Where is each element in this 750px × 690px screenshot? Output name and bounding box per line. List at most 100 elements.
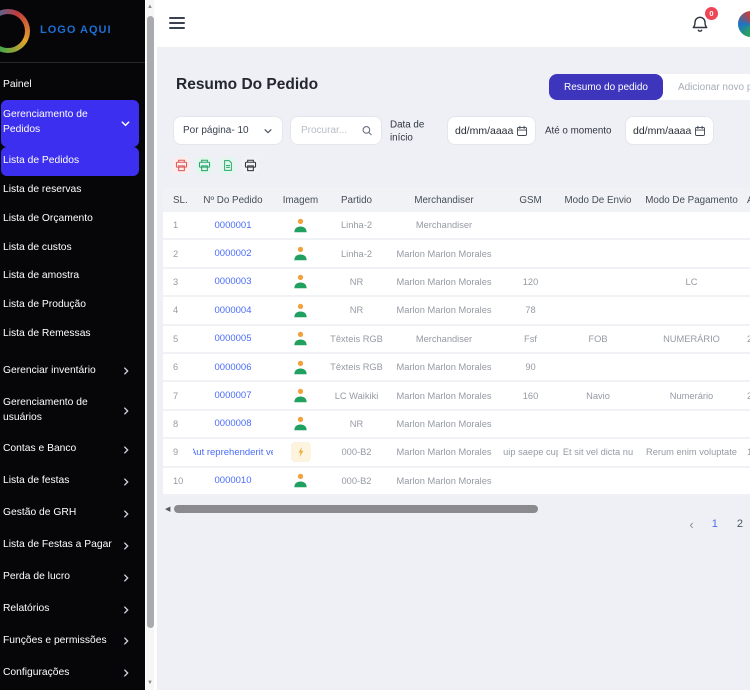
pagination-page-1[interactable]: 1 bbox=[707, 516, 723, 532]
person-avatar-icon[interactable] bbox=[291, 329, 311, 349]
tab-adicionar-novo-pedido[interactable]: Adicionar novo pedido bbox=[663, 74, 750, 100]
csv-export-button[interactable] bbox=[196, 157, 213, 174]
sidebar-item-lista-de-producao[interactable]: Lista de Produção bbox=[1, 291, 139, 320]
cell-gsm: Aliquip saepe cupida bbox=[503, 447, 558, 457]
person-avatar-icon[interactable] bbox=[291, 215, 311, 235]
chevron-down-icon bbox=[263, 126, 273, 136]
sidebar-item-lista-de-amostra[interactable]: Lista de amostra bbox=[1, 262, 139, 291]
person-avatar-icon[interactable] bbox=[291, 300, 311, 320]
sidebar-item-label: Lista de Produção bbox=[3, 298, 86, 313]
sidebar-item-funcoes-e-permissoes[interactable]: Funções e permissões bbox=[1, 626, 139, 658]
chevron-right-icon bbox=[121, 477, 131, 487]
cell-partido: 000-B2 bbox=[328, 476, 385, 486]
tab-resumo-do-pedido[interactable]: Resumo do pedido bbox=[549, 74, 663, 100]
sidebar-item-gerenciamento-de-usuarios[interactable]: Gerenciamento de usuários bbox=[1, 387, 139, 434]
excel-export-button[interactable] bbox=[219, 157, 236, 174]
order-link[interactable]: Aut reprehenderit ve bbox=[193, 447, 273, 458]
person-avatar-icon[interactable] bbox=[291, 386, 311, 406]
chevron-right-icon bbox=[121, 636, 131, 646]
search-input[interactable] bbox=[299, 124, 361, 137]
sidebar-item-label: Gerenciar inventário bbox=[3, 364, 96, 379]
sidebar-item-relatorios[interactable]: Relatórios bbox=[1, 594, 139, 626]
sidebar-item-contas-e-banco[interactable]: Contas e Banco bbox=[1, 434, 139, 466]
notifications-button[interactable]: 0 bbox=[690, 13, 712, 37]
cell-image bbox=[273, 244, 328, 264]
logo-text: LOGO AQUI bbox=[40, 24, 112, 36]
scroll-up-icon[interactable]: ▲ bbox=[146, 2, 154, 12]
horizontal-scrollbar[interactable]: ◀ bbox=[157, 504, 750, 514]
order-link[interactable]: 0000007 bbox=[215, 390, 252, 401]
sidebar-item-lista-de-custos[interactable]: Lista de custos bbox=[1, 234, 139, 263]
cell-partido: NR bbox=[328, 305, 385, 315]
cell-image bbox=[273, 414, 328, 434]
pagination-prev[interactable]: ‹ bbox=[685, 517, 697, 532]
sidebar-item-gestao-de-grh[interactable]: Gestão de GRH bbox=[1, 498, 139, 530]
order-link[interactable]: 0000005 bbox=[215, 333, 252, 344]
order-link[interactable]: 0000006 bbox=[215, 362, 252, 373]
horizontal-scrollbar-thumb[interactable] bbox=[174, 505, 538, 513]
sidebar-item-lista-de-pedidos[interactable]: Lista de Pedidos bbox=[1, 147, 139, 176]
calendar-icon bbox=[694, 125, 706, 137]
sidebar-item-lista-de-festas[interactable]: Lista de festas bbox=[1, 466, 139, 498]
pdf-export-button[interactable] bbox=[173, 157, 190, 174]
sidebar-item-label: Lista de Remessas bbox=[3, 327, 91, 342]
sidebar-item-lista-de-remessas[interactable]: Lista de Remessas bbox=[1, 320, 139, 349]
person-avatar-icon[interactable] bbox=[291, 244, 311, 264]
cell-image bbox=[273, 442, 328, 462]
order-link[interactable]: 0000003 bbox=[215, 276, 252, 287]
cell-pagamento: LC bbox=[638, 277, 745, 287]
cell-gsm: 90 bbox=[503, 362, 558, 372]
date-until-input[interactable]: dd/mm/aaaa bbox=[625, 116, 714, 145]
date-start-value: dd/mm/aaaa bbox=[455, 125, 513, 137]
page-title: Resumo Do Pedido bbox=[176, 76, 318, 94]
sidebar-item-gerenciar-inventario[interactable]: Gerenciar inventário bbox=[1, 355, 139, 387]
sidebar-item-gerenciamento-de-pedidos[interactable]: Gerenciamento de Pedidos bbox=[1, 100, 139, 147]
chevron-right-icon bbox=[121, 541, 131, 551]
sidebar-item-lista-de-orcamento[interactable]: Lista de Orçamento bbox=[1, 205, 139, 234]
table-row: 50000005Têxteis RGBMerchandiserFsfFOBNUM… bbox=[163, 326, 750, 354]
user-avatar[interactable] bbox=[736, 9, 750, 39]
printer-icon bbox=[244, 159, 257, 172]
person-avatar-icon[interactable] bbox=[291, 414, 311, 434]
cell-partido: Linha-2 bbox=[328, 249, 385, 259]
sidebar-item-perda-de-lucro[interactable]: Perda de lucro bbox=[1, 562, 139, 594]
logo-icon bbox=[0, 9, 30, 53]
scroll-down-icon[interactable]: ▼ bbox=[146, 678, 154, 688]
sidebar-scrollbar-thumb[interactable] bbox=[147, 16, 154, 628]
order-link[interactable]: 0000001 bbox=[215, 220, 252, 231]
cell-merchandiser: Marlon Marlon Morales bbox=[385, 391, 503, 401]
sidebar-item-painel[interactable]: Painel bbox=[1, 71, 139, 100]
cell-sl: 9 bbox=[163, 447, 193, 457]
order-link[interactable]: 0000008 bbox=[215, 418, 252, 429]
column-header-gsm: GSM bbox=[503, 195, 558, 206]
per-page-select[interactable]: Por página- 10 bbox=[173, 116, 283, 145]
sidebar-item-label: Lista de Orçamento bbox=[3, 212, 93, 227]
cell-sl: 7 bbox=[163, 391, 193, 401]
sidebar-item-label: Lista de festas bbox=[3, 474, 69, 489]
printer-icon bbox=[198, 159, 211, 172]
sidebar-item-configuracoes[interactable]: Configurações bbox=[1, 657, 139, 689]
sidebar-scrollbar[interactable]: ▲ ▼ bbox=[146, 0, 154, 690]
logo-row: LOGO AQUI bbox=[0, 0, 145, 62]
person-avatar-icon[interactable] bbox=[291, 357, 311, 377]
cell-order: 0000001 bbox=[193, 220, 273, 231]
order-link[interactable]: 0000010 bbox=[215, 475, 252, 486]
person-avatar-icon[interactable] bbox=[291, 471, 311, 491]
person-avatar-icon[interactable] bbox=[291, 272, 311, 292]
cell-sl: 10 bbox=[163, 476, 193, 486]
scroll-left-icon[interactable]: ◀ bbox=[165, 505, 170, 513]
order-link[interactable]: 0000002 bbox=[215, 248, 252, 259]
hamburger-menu-icon[interactable] bbox=[169, 17, 185, 30]
orders-table: SL.Nº Do PedidoImagemPartidoMerchandiser… bbox=[163, 188, 750, 496]
print-button[interactable] bbox=[242, 157, 259, 174]
cell-sl: 6 bbox=[163, 362, 193, 372]
date-start-input[interactable]: dd/mm/aaaa bbox=[447, 116, 536, 145]
pagination-page-2[interactable]: 2 bbox=[732, 516, 748, 532]
cell-order: 0000007 bbox=[193, 390, 273, 401]
sidebar-item-lista-de-festas-a-pagar[interactable]: Lista de Festas a Pagar bbox=[1, 530, 139, 562]
broken-image-icon[interactable] bbox=[291, 442, 311, 462]
cell-merchandiser: Marlon Marlon Morales bbox=[385, 447, 503, 457]
cell-extra: 2 bbox=[745, 391, 750, 401]
sidebar-item-lista-de-reservas[interactable]: Lista de reservas bbox=[1, 176, 139, 205]
order-link[interactable]: 0000004 bbox=[215, 305, 252, 316]
